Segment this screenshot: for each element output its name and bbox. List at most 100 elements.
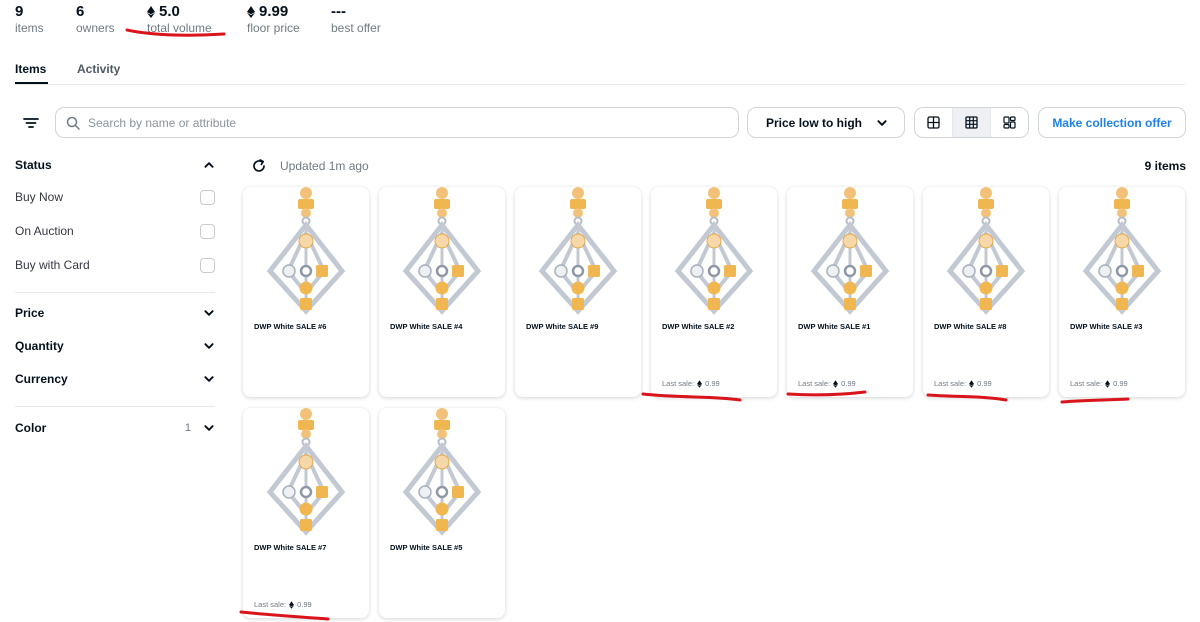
eth-icon	[289, 601, 294, 609]
item-card[interactable]: DWP White SALE #4	[379, 187, 505, 397]
item-card[interactable]: DWP White SALE #7 Last sale: 0.99	[243, 408, 369, 618]
eth-icon	[833, 380, 838, 388]
divider	[15, 406, 215, 407]
last-sale-label: Last sale:	[254, 600, 287, 609]
view-large-grid-button[interactable]	[915, 108, 952, 137]
search-input[interactable]	[88, 115, 738, 130]
item-image	[379, 408, 505, 538]
tab-activity[interactable]: Activity	[77, 62, 120, 76]
item-image	[243, 408, 369, 538]
tab-active-indicator	[15, 82, 48, 84]
item-image	[379, 187, 505, 317]
item-card[interactable]: DWP White SALE #5	[379, 408, 505, 618]
buy-with-card-checkbox[interactable]	[200, 257, 215, 273]
view-mode-toggle	[914, 107, 1029, 138]
item-card[interactable]: DWP White SALE #1 Last sale: 0.99	[787, 187, 913, 397]
stat-owners-value: 6	[76, 3, 85, 20]
eth-icon	[247, 6, 255, 18]
item-last-sale: Last sale: 0.99	[1070, 379, 1128, 388]
item-last-sale: Last sale: 0.99	[662, 379, 720, 388]
chevron-down-icon	[203, 422, 215, 434]
item-last-sale: Last sale: 0.99	[254, 600, 312, 609]
item-image	[923, 187, 1049, 317]
filter-icon[interactable]	[22, 114, 40, 132]
last-sale-price: 0.99	[977, 379, 992, 388]
item-name: DWP White SALE #4	[390, 322, 463, 331]
last-sale-price: 0.99	[705, 379, 720, 388]
sort-dropdown[interactable]: Price low to high	[747, 107, 905, 138]
item-card[interactable]: DWP White SALE #6	[243, 187, 369, 397]
item-image	[515, 187, 641, 317]
item-name: DWP White SALE #5	[390, 543, 463, 552]
tab-items[interactable]: Items	[15, 62, 46, 76]
stat-best-offer: --- best offer	[331, 3, 381, 36]
stat-best-offer-value: ---	[331, 3, 346, 20]
search-icon	[66, 116, 80, 130]
item-name: DWP White SALE #3	[1070, 322, 1143, 331]
divider	[15, 292, 215, 293]
annotation-underline	[1060, 397, 1130, 404]
filter-option-on-auction[interactable]: On Auction	[15, 221, 215, 241]
chevron-down-icon	[203, 307, 215, 319]
item-image	[1059, 187, 1185, 317]
make-collection-offer-button[interactable]: Make collection offer	[1038, 107, 1186, 138]
filter-option-buy-with-card[interactable]: Buy with Card	[15, 255, 215, 275]
filter-color-count: 1	[184, 422, 191, 434]
stat-owners-label: owners	[76, 21, 115, 35]
item-name: DWP White SALE #9	[526, 322, 599, 331]
item-card[interactable]: DWP White SALE #3 Last sale: 0.99	[1059, 187, 1185, 397]
sort-dropdown-label: Price low to high	[766, 115, 863, 130]
search-box[interactable]	[55, 107, 739, 138]
eth-icon	[147, 6, 155, 18]
last-sale-label: Last sale:	[662, 379, 695, 388]
refresh-icon[interactable]	[252, 159, 266, 173]
item-last-sale: Last sale: 0.99	[798, 379, 856, 388]
masonry-icon	[1003, 116, 1016, 129]
stat-items-label: items	[15, 21, 44, 35]
on-auction-checkbox[interactable]	[200, 223, 215, 239]
filter-quantity-header[interactable]: Quantity	[15, 336, 215, 356]
view-grid-button[interactable]	[952, 108, 990, 137]
last-sale-label: Last sale:	[798, 379, 831, 388]
last-sale-label: Last sale:	[934, 379, 967, 388]
buy-now-checkbox[interactable]	[200, 189, 215, 205]
collection-stats: 9 items 6 owners 5.0 total volume 9.99 f…	[0, 0, 1200, 40]
item-name: DWP White SALE #6	[254, 322, 327, 331]
item-name: DWP White SALE #1	[798, 322, 871, 331]
filter-status-header[interactable]: Status	[15, 155, 215, 175]
filter-price-header[interactable]: Price	[15, 303, 215, 323]
filter-quantity-title: Quantity	[15, 339, 64, 353]
stat-items-value: 9	[15, 3, 24, 20]
item-name: DWP White SALE #7	[254, 543, 327, 552]
item-name: DWP White SALE #2	[662, 322, 735, 331]
filter-option-buy-now[interactable]: Buy Now	[15, 187, 215, 207]
last-sale-price: 0.99	[1113, 379, 1128, 388]
item-image	[787, 187, 913, 317]
filter-currency-header[interactable]: Currency	[15, 369, 215, 389]
stat-items: 9 items	[15, 3, 44, 36]
last-sale-label: Last sale:	[1070, 379, 1103, 388]
stat-total-volume-value: 5.0	[159, 3, 180, 20]
chevron-down-icon	[203, 373, 215, 385]
item-card[interactable]: DWP White SALE #2 Last sale: 0.99	[651, 187, 777, 397]
filter-option-label: On Auction	[15, 224, 74, 238]
item-card[interactable]: DWP White SALE #9	[515, 187, 641, 397]
chevron-down-icon	[876, 117, 888, 129]
results-bar: Updated 1m ago 9 items	[252, 158, 1186, 176]
result-count: 9 items	[1144, 159, 1186, 173]
filter-price-title: Price	[15, 306, 45, 320]
large-grid-icon	[927, 116, 940, 129]
eth-icon	[1105, 380, 1110, 388]
stat-owners: 6 owners	[76, 3, 115, 36]
item-last-sale: Last sale: 0.99	[934, 379, 992, 388]
chevron-down-icon	[203, 340, 215, 352]
view-masonry-button[interactable]	[990, 108, 1028, 137]
annotation-underline	[125, 28, 226, 37]
item-card[interactable]: DWP White SALE #8 Last sale: 0.99	[923, 187, 1049, 397]
chevron-up-icon	[203, 159, 215, 171]
last-updated-text: Updated 1m ago	[280, 159, 369, 173]
item-image	[651, 187, 777, 317]
filter-status-title: Status	[15, 158, 52, 172]
filter-color-header[interactable]: Color 1	[15, 418, 215, 438]
stat-best-offer-label: best offer	[331, 21, 381, 35]
